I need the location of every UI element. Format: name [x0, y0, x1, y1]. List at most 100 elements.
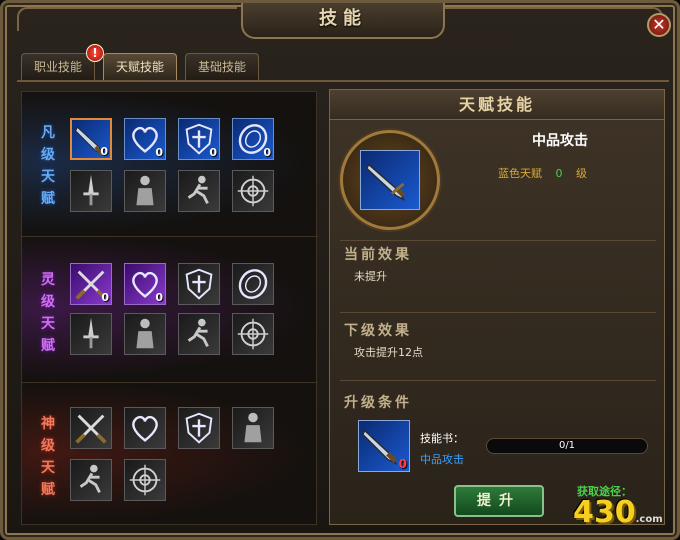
talent-slot[interactable]: 0	[178, 118, 220, 160]
talent-slot[interactable]	[124, 459, 166, 501]
skill-level: 0	[555, 167, 563, 180]
tier-common: 凡 级 天 赋 0 0 0 0	[22, 92, 318, 236]
round-shield-icon	[238, 269, 268, 299]
divider	[340, 240, 656, 241]
tier-label: 凡 级 天 赋	[38, 122, 58, 210]
talent-slot[interactable]	[232, 170, 274, 212]
current-effect-text: 未提升	[354, 270, 387, 283]
talent-slot[interactable]	[232, 313, 274, 355]
divider	[340, 312, 656, 313]
level-unit: 级	[576, 167, 587, 180]
warrior-icon	[136, 175, 154, 206]
tab-label: 天赋技能	[115, 60, 164, 74]
watermark-brand: 430	[573, 495, 636, 530]
runner-icon	[79, 464, 101, 494]
target-icon	[237, 175, 269, 207]
book-item-link[interactable]: 中品攻击	[420, 451, 464, 467]
talent-slot[interactable]	[232, 263, 274, 305]
sword-icon	[360, 150, 420, 210]
talent-slot[interactable]	[178, 313, 220, 355]
tier-label-char: 凡	[41, 125, 55, 141]
tier-label-char: 灵	[41, 272, 55, 288]
skill-portrait-frame	[340, 130, 440, 230]
skill-book-slot[interactable]: 0	[358, 420, 410, 472]
tier-spirit: 灵 级 天 赋 0 0	[22, 236, 318, 382]
talent-slot[interactable]	[124, 170, 166, 212]
tab-class-skills[interactable]: 职业技能 !	[21, 44, 104, 80]
target-icon	[237, 318, 269, 350]
shield-cross-icon	[185, 268, 213, 300]
talent-slot[interactable]	[70, 407, 112, 449]
talent-slot[interactable]: 0	[124, 263, 166, 305]
next-effect-text: 攻击提升12点	[354, 346, 423, 359]
tier-label-char: 级	[41, 438, 55, 454]
book-progress-bar: 0/1	[486, 438, 648, 454]
talent-slot[interactable]	[178, 407, 220, 449]
talent-level: 0	[209, 146, 217, 159]
crossed-swords-icon	[75, 414, 107, 444]
talent-slot[interactable]: 0	[124, 118, 166, 160]
book-count: 0	[398, 457, 407, 471]
requirement-title: 升级条件	[344, 395, 412, 411]
runner-icon	[187, 318, 209, 348]
talent-level: 0	[263, 146, 271, 159]
talent-slot[interactable]: 0	[70, 263, 112, 305]
tier-label-char: 赋	[41, 482, 55, 498]
tier-label-char: 天	[41, 169, 55, 185]
talent-detail-panel: 天赋技能 中品攻击 蓝色天赋 0 级 当前效果 未提升 下级效果 攻击提升12点…	[329, 89, 665, 525]
frame-ornament-left	[17, 7, 237, 31]
skill-name: 中品攻击	[532, 133, 588, 149]
dagger-icon	[83, 174, 99, 206]
talent-slot[interactable]	[232, 407, 274, 449]
tier-label-char: 赋	[41, 338, 55, 354]
shield-cross-icon	[185, 412, 213, 444]
upgrade-button[interactable]: 提升	[454, 485, 544, 517]
alert-badge: !	[86, 44, 104, 62]
tier-label-char: 级	[41, 294, 55, 310]
talent-slot[interactable]	[124, 313, 166, 355]
talent-slot[interactable]: 0	[232, 118, 274, 160]
talent-level: 0	[155, 146, 163, 159]
talent-level: 0	[100, 145, 108, 158]
talent-slot[interactable]	[124, 407, 166, 449]
skills-window: 技能 ✕ 职业技能 ! 天赋技能 基础技能 凡 级 天 赋 0 0 0 0 灵 级 天…	[0, 0, 680, 540]
talent-slot[interactable]	[70, 170, 112, 212]
window-title: 技能	[241, 3, 445, 39]
talent-slot[interactable]	[178, 170, 220, 212]
tab-basic-skills[interactable]: 基础技能	[185, 53, 259, 80]
talent-slot[interactable]: 0	[70, 118, 112, 160]
tab-label: 基础技能	[197, 60, 246, 74]
talent-level: 0	[101, 291, 109, 304]
progress-text: 0/1	[558, 440, 576, 451]
talent-tree-panel: 凡 级 天 赋 0 0 0 0 灵 级 天 赋 0 0 神 级 天 赋	[21, 91, 318, 526]
divider	[340, 380, 656, 381]
tier-label: 灵 级 天 赋	[38, 269, 58, 357]
runner-icon	[187, 175, 209, 205]
talent-slot[interactable]	[178, 263, 220, 305]
talent-level: 0	[155, 291, 163, 304]
tab-label: 职业技能	[33, 60, 82, 74]
detail-panel-title: 天赋技能	[330, 90, 664, 120]
watermark-suffix: .com	[635, 514, 663, 525]
target-icon	[129, 464, 161, 496]
skill-rarity-line: 蓝色天赋 0 级	[498, 165, 587, 181]
frame-ornament-right	[443, 7, 663, 31]
site-watermark-logo: 430.com	[573, 495, 679, 539]
dagger-icon	[83, 317, 99, 349]
heart-icon	[132, 415, 158, 442]
tier-label-char: 天	[41, 460, 55, 476]
close-button[interactable]: ✕	[647, 13, 671, 37]
book-label: 技能书：	[420, 432, 464, 445]
tier-label: 神 级 天 赋	[38, 413, 58, 501]
tier-divine: 神 级 天 赋	[22, 382, 318, 526]
tab-divider	[17, 80, 669, 82]
talent-slot[interactable]	[70, 459, 112, 501]
warrior-icon	[136, 318, 154, 349]
talent-slot[interactable]	[70, 313, 112, 355]
tier-label-char: 天	[41, 316, 55, 332]
warrior-icon	[244, 412, 262, 443]
rarity-label: 蓝色天赋	[498, 167, 542, 180]
tier-label-char: 神	[41, 416, 55, 432]
tier-label-char: 赋	[41, 191, 55, 207]
tab-talent-skills[interactable]: 天赋技能	[103, 53, 177, 80]
